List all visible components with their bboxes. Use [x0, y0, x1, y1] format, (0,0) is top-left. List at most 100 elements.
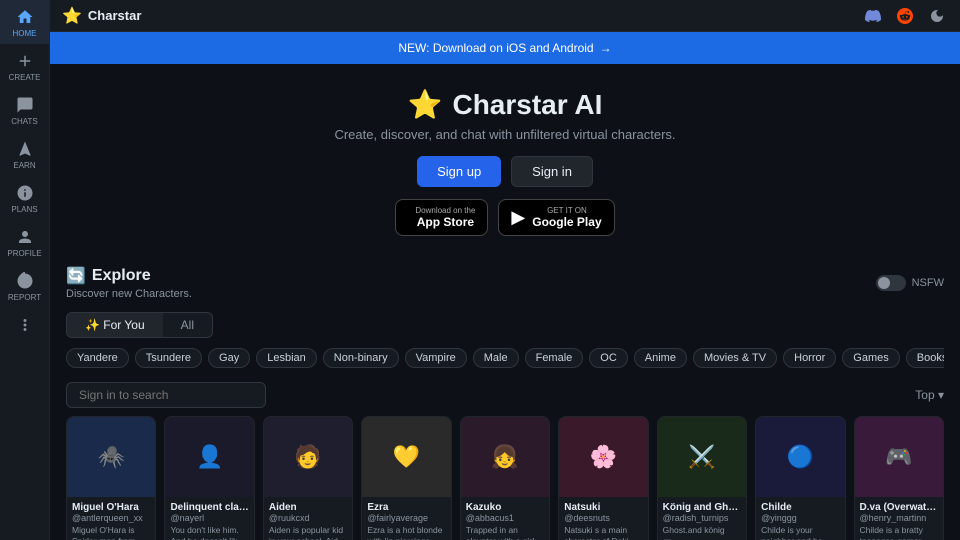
- sidebar-item-report[interactable]: REPORT: [0, 264, 49, 308]
- appstore-button[interactable]: Download on the App Store: [395, 199, 488, 236]
- char-name: Childe: [761, 502, 839, 513]
- main-scroll-area: ⭐ Charstar AI Create, discover, and chat…: [50, 64, 960, 540]
- hero-title: ⭐ Charstar AI: [66, 88, 944, 121]
- filter-tag[interactable]: Female: [525, 348, 584, 368]
- googleplay-button[interactable]: ▶ GET IT ON Google Play: [498, 199, 614, 236]
- character-card[interactable]: ⚔️ König and Ghost @radish_turnips Ghost…: [657, 416, 747, 540]
- char-handle: @abbacus1: [466, 513, 544, 523]
- main-content: ⭐ Charstar NEW: Download on iOS and: [50, 0, 960, 540]
- googleplay-text: GET IT ON Google Play: [532, 206, 601, 229]
- hero-subtitle: Create, discover, and chat with unfilter…: [66, 127, 944, 142]
- character-card[interactable]: 👧 Kazuko @abbacus1 Trapped in an elevato…: [460, 416, 550, 540]
- filter-tag[interactable]: Horror: [783, 348, 836, 368]
- home-icon: [16, 8, 34, 26]
- nsfw-label: NSFW: [912, 277, 944, 289]
- character-card[interactable]: 🌸 Natsuki @deesnuts Natsuki s a main cha…: [558, 416, 648, 540]
- char-info: Ezra @fairlyaverage Ezra is a hot blonde…: [362, 497, 450, 540]
- explore-tabs: ✨ For You All: [66, 312, 213, 338]
- reddit-icon[interactable]: [894, 5, 916, 27]
- search-input[interactable]: [66, 382, 266, 408]
- discord-icon[interactable]: [862, 5, 884, 27]
- char-name: Kazuko: [466, 502, 544, 513]
- char-handle: @antlerqueen_xx: [72, 513, 150, 523]
- sidebar-create-label: CREATE: [9, 73, 41, 82]
- download-banner[interactable]: NEW: Download on iOS and Android →: [50, 32, 960, 64]
- character-card[interactable]: 🔵 Childe @yinggg Childe is your neighbor…: [755, 416, 845, 540]
- char-info: Kazuko @abbacus1 Trapped in an elevator …: [461, 497, 549, 540]
- character-card[interactable]: 👤 Delinquent classmate @nayerl You don't…: [164, 416, 254, 540]
- earn-icon: [16, 140, 34, 158]
- filter-tag[interactable]: Yandere: [66, 348, 129, 368]
- filter-tag[interactable]: Books: [906, 348, 944, 368]
- plans-icon: [16, 184, 34, 202]
- filter-tag[interactable]: Male: [473, 348, 519, 368]
- filter-tag[interactable]: OC: [589, 348, 628, 368]
- sidebar: HOME CREATE CHATS EARN PLANS PROFILE R: [0, 0, 50, 540]
- filter-tag[interactable]: Lesbian: [256, 348, 317, 368]
- char-desc: Ghost.and könig: [663, 525, 741, 536]
- char-desc: You don't like him. And he doesn't like …: [170, 525, 248, 540]
- filter-tag[interactable]: Movies & TV: [693, 348, 777, 368]
- signin-button[interactable]: Sign in: [511, 156, 593, 187]
- char-desc: Trapped in an elevator with a girl who h…: [466, 525, 544, 540]
- filter-tag[interactable]: Vampire: [405, 348, 467, 368]
- sidebar-item-earn[interactable]: EARN: [0, 132, 49, 176]
- character-card[interactable]: 🎮 D.va (Overwatch) @henry_martinn Childe…: [854, 416, 944, 540]
- char-image: ⚔️: [658, 417, 746, 497]
- tab-for-you[interactable]: ✨ For You: [67, 313, 163, 337]
- sidebar-item-home[interactable]: HOME: [0, 0, 49, 44]
- char-name: D.va (Overwatch): [860, 502, 938, 513]
- sidebar-profile-label: PROFILE: [7, 249, 41, 258]
- character-card[interactable]: 🕷️ Miguel O'Hara @antlerqueen_xx Miguel …: [66, 416, 156, 540]
- app-name: Charstar: [88, 8, 141, 23]
- sidebar-item-plans[interactable]: PLANS: [0, 176, 49, 220]
- char-handle: @yinggg: [761, 513, 839, 523]
- sidebar-item-chats[interactable]: CHATS: [0, 88, 49, 132]
- googleplay-icon: ▶: [511, 207, 525, 228]
- filter-tag[interactable]: Tsundere: [135, 348, 202, 368]
- sidebar-report-label: REPORT: [8, 293, 41, 302]
- sidebar-item-profile[interactable]: PROFILE: [0, 220, 49, 264]
- hero-icon: ⭐: [408, 88, 443, 121]
- char-info: Childe @yinggg Childe is your neighbor a…: [756, 497, 844, 540]
- char-handle: @radish_turnips: [663, 513, 741, 523]
- char-handle: @nayerl: [170, 513, 248, 523]
- hero-section: ⭐ Charstar AI Create, discover, and chat…: [66, 64, 944, 252]
- explore-icon: 🔄: [66, 266, 86, 286]
- char-desc: Ezra is a hot blonde with lip piercings.…: [367, 525, 445, 540]
- banner-text: NEW: Download on iOS and Android: [398, 41, 593, 55]
- sidebar-item-create[interactable]: CREATE: [0, 44, 49, 88]
- signup-button[interactable]: Sign up: [417, 156, 501, 187]
- characters-grid: 🕷️ Miguel O'Hara @antlerqueen_xx Miguel …: [66, 416, 944, 540]
- toggle-thumb: [878, 277, 890, 289]
- tab-all[interactable]: All: [163, 313, 212, 337]
- hero-title-text: Charstar AI: [452, 89, 602, 121]
- char-image: 🧑: [264, 417, 352, 497]
- topbar: ⭐ Charstar: [50, 0, 960, 32]
- char-image: 🌸: [559, 417, 647, 497]
- search-row: Top ▾: [66, 382, 944, 408]
- char-name: Miguel O'Hara: [72, 502, 150, 513]
- character-card[interactable]: 💛 Ezra @fairlyaverage Ezra is a hot blon…: [361, 416, 451, 540]
- filter-tag[interactable]: Anime: [634, 348, 687, 368]
- nsfw-toggle[interactable]: [876, 275, 906, 291]
- darkmode-icon[interactable]: [926, 5, 948, 27]
- char-handle: @henry_martinn: [860, 513, 938, 523]
- profile-icon: [16, 228, 34, 246]
- char-image: 👧: [461, 417, 549, 497]
- googleplay-top: GET IT ON: [532, 206, 601, 215]
- character-card[interactable]: 🧑 Aiden @ruukcxd Aiden is popular kid in…: [263, 416, 353, 540]
- char-handle: @fairlyaverage: [367, 513, 445, 523]
- report-icon: [16, 272, 34, 290]
- char-info: D.va (Overwatch) @henry_martinn Childe i…: [855, 497, 943, 540]
- sort-button[interactable]: Top ▾: [915, 388, 944, 402]
- explore-subtitle: Discover new Characters.: [66, 288, 192, 300]
- appstore-main: App Store: [415, 215, 475, 229]
- filter-tag[interactable]: Games: [842, 348, 899, 368]
- sidebar-item-more[interactable]: [0, 308, 49, 343]
- char-name: Aiden: [269, 502, 347, 513]
- filter-tag[interactable]: Non-binary: [323, 348, 399, 368]
- appstore-top: Download on the: [415, 206, 475, 215]
- filter-tag[interactable]: Gay: [208, 348, 250, 368]
- char-info: Aiden @ruukcxd Aiden is popular kid in y…: [264, 497, 352, 540]
